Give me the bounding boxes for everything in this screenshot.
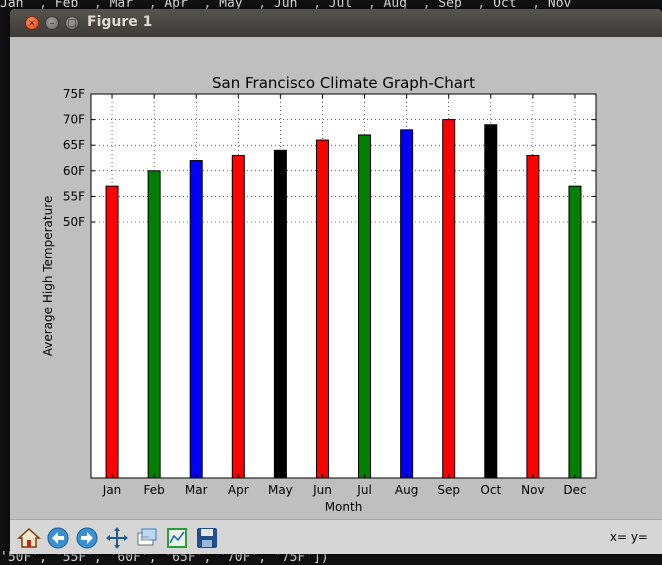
x-axis-label: Month [325, 500, 363, 514]
chart-title: San Francisco Climate Graph-Chart [212, 74, 475, 92]
y-tick-label: 60F [63, 164, 85, 178]
pan-arrows-icon [105, 526, 128, 549]
bar-feb [147, 170, 161, 479]
close-button[interactable]: × [25, 16, 39, 30]
x-tick-label: Sep [437, 483, 460, 497]
x-tick-label: Nov [521, 483, 544, 497]
x-tick-label: May [268, 483, 293, 497]
figure-canvas[interactable]: Jan Feb Mar Apr May Jun Jul Aug Sep Oct Nov Dec 50F 5… [10, 37, 662, 519]
home-button[interactable] [15, 524, 42, 551]
bar-chart[interactable]: Jan Feb Mar Apr May Jun Jul Aug Sep Oct Nov Dec 50F 5… [10, 37, 662, 519]
x-tick-label: Oct [480, 483, 501, 497]
y-tick-label: 70F [63, 113, 85, 127]
bar-dec [568, 185, 582, 479]
y-tick-label: 55F [63, 189, 85, 203]
y-tick-label: 75F [63, 87, 85, 101]
zoom-button[interactable] [133, 524, 160, 551]
pan-button[interactable] [103, 524, 130, 551]
bar-oct [484, 124, 498, 479]
save-button[interactable] [193, 524, 220, 551]
configure-subplots-button[interactable] [163, 524, 190, 551]
x-tick-label: Apr [228, 483, 249, 497]
bar-sep [442, 119, 456, 479]
bar-jun [315, 139, 329, 479]
y-axis-label: Average High Temperature [41, 196, 55, 357]
window-title: Figure 1 [87, 14, 153, 30]
forward-arrow-icon [76, 527, 97, 548]
subplots-icon [166, 527, 187, 548]
minimize-button[interactable]: – [45, 16, 59, 30]
x-tick-label: Mar [185, 483, 208, 497]
bar-aug [400, 129, 414, 479]
y-tick-label: 50F [63, 215, 85, 229]
forward-button[interactable] [73, 524, 100, 551]
y-tick-label: 65F [63, 138, 85, 152]
maximize-button[interactable]: □ [65, 16, 79, 30]
bar-apr [231, 154, 245, 479]
back-button[interactable] [44, 524, 71, 551]
x-tick-label: Feb [144, 483, 165, 497]
bar-jan [105, 185, 119, 479]
zoom-rect-icon [137, 528, 156, 545]
back-arrow-icon [47, 527, 68, 548]
bar-may [273, 149, 287, 479]
bar-nov [526, 154, 540, 479]
x-tick-label: Jun [312, 483, 332, 497]
home-icon [16, 527, 41, 548]
axes-background [91, 94, 596, 478]
floppy-disk-icon [196, 527, 217, 548]
x-tick-label: Aug [395, 483, 418, 497]
bar-mar [189, 160, 203, 479]
x-tick-label: Jan [102, 483, 122, 497]
cursor-coordinates: x= y= [609, 530, 648, 544]
figure-window: × – □ Figure 1 Jan Feb Mar Apr May Jun Jul Aug S… [10, 9, 662, 554]
title-bar[interactable]: × – □ Figure 1 [10, 9, 662, 37]
x-tick-label: Dec [563, 483, 586, 497]
bar-jul [358, 134, 372, 479]
navigation-toolbar: x= y= [10, 519, 662, 554]
x-tick-label: Jul [356, 483, 371, 497]
